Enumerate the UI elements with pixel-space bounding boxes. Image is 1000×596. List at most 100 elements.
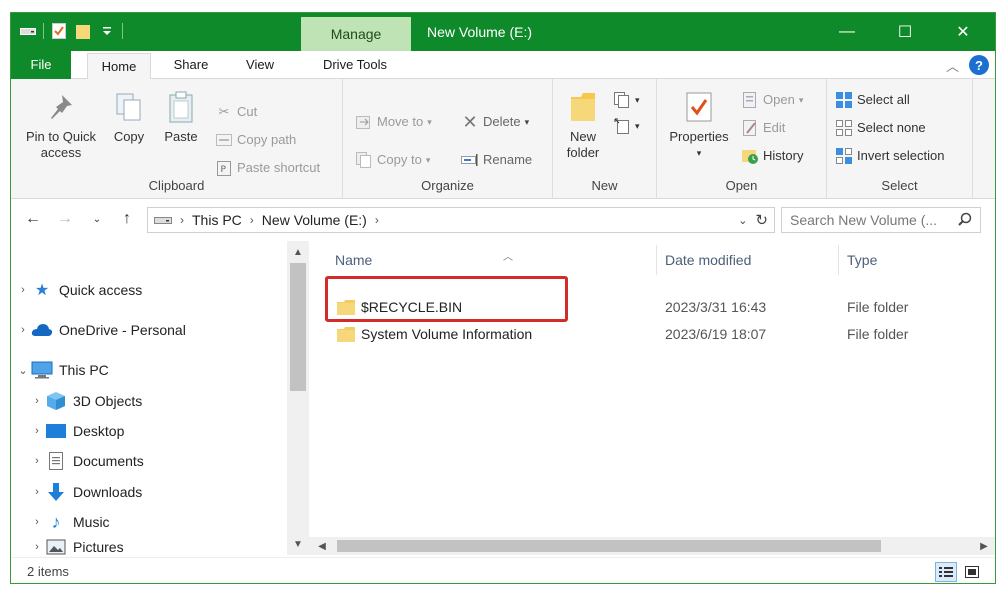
copy-to-button[interactable]: Copy to ▾ (355, 149, 430, 171)
expand-chevron-icon[interactable]: › (29, 486, 45, 498)
breadcrumb-this-pc[interactable]: This PC (192, 212, 242, 228)
paste-shortcut-button[interactable]: P Paste shortcut (215, 157, 320, 179)
status-bar: 2 items (11, 557, 995, 583)
tab-view[interactable]: View (235, 51, 285, 79)
edit-button[interactable]: Edit (741, 117, 785, 139)
nav-item-desktop[interactable]: › Desktop (29, 418, 124, 444)
select-none-icon (835, 119, 853, 137)
scroll-up-arrow-icon[interactable]: ▲ (287, 243, 309, 261)
tab-share[interactable]: Share (161, 51, 221, 79)
nav-pane-scrollbar[interactable]: ▲ ▼ (287, 241, 309, 555)
paste-label: Paste (164, 129, 198, 144)
edit-icon (741, 119, 759, 137)
file-list-scrollbar[interactable]: ◀ ▶ (309, 537, 995, 555)
rename-button[interactable]: Rename (461, 149, 532, 171)
minimize-button[interactable]: — (819, 13, 875, 51)
properties-button[interactable]: Properties ▾ (663, 89, 735, 161)
column-header-name[interactable]: Name ︿ (327, 245, 657, 275)
move-to-button[interactable]: Move to ▾ (355, 111, 432, 133)
cut-button[interactable]: ✂ Cut (215, 101, 258, 123)
item-count: 2 items (27, 564, 69, 579)
new-group: New folder ▾ ▾ New (553, 79, 657, 199)
open-button[interactable]: Open ▾ (741, 89, 803, 111)
nav-item-music[interactable]: › ♪ Music (29, 509, 110, 535)
copy-path-button[interactable]: Copy path (215, 129, 296, 151)
tab-manage[interactable]: Manage (301, 17, 411, 51)
address-dropdown-icon[interactable]: ⌄ (738, 214, 747, 227)
up-arrow-icon[interactable]: ↑ (117, 209, 137, 229)
new-folder-icon[interactable] (74, 22, 92, 40)
copy-to-icon (355, 151, 373, 169)
copy-label: Copy (113, 129, 145, 144)
breadcrumb-separator-icon[interactable]: › (180, 213, 184, 227)
new-item-button[interactable]: ▾ (613, 89, 640, 111)
pin-quick-access-button[interactable]: Pin to Quick access (17, 89, 105, 161)
maximize-button[interactable]: ☐ (877, 13, 933, 51)
expand-chevron-icon[interactable]: › (29, 516, 45, 528)
tab-file[interactable]: File (11, 51, 71, 79)
nav-item-onedrive[interactable]: › OneDrive - Personal (15, 317, 186, 343)
copy-path-label: Copy path (237, 132, 297, 147)
nav-item-pictures[interactable]: › Pictures (29, 539, 123, 555)
column-header-type[interactable]: Type (839, 245, 995, 275)
expand-chevron-icon[interactable]: › (29, 395, 45, 407)
scrollbar-thumb[interactable] (337, 540, 881, 552)
copy-icon (111, 89, 147, 125)
easy-access-button[interactable]: ▾ (613, 115, 640, 137)
close-button[interactable]: ✕ (935, 13, 991, 51)
select-none-button[interactable]: Select none (835, 117, 926, 139)
expand-chevron-icon[interactable]: › (29, 541, 45, 553)
recent-locations-chevron-icon[interactable]: ⌄ (87, 209, 107, 229)
expand-chevron-icon[interactable]: › (15, 324, 31, 336)
properties-check-icon[interactable] (50, 22, 68, 40)
history-icon (741, 147, 759, 165)
details-view-icon[interactable] (935, 562, 957, 582)
nav-item-documents[interactable]: › Documents (29, 448, 144, 474)
select-all-button[interactable]: Select all (835, 89, 910, 111)
expand-chevron-icon[interactable]: › (15, 284, 31, 296)
back-arrow-icon[interactable]: ← (23, 209, 43, 229)
nav-label: Music (73, 514, 110, 530)
navigation-pane: › ★ Quick access › OneDrive - Personal ⌄… (11, 241, 309, 555)
breadcrumb-separator-icon[interactable]: › (375, 213, 379, 227)
copy-button[interactable]: Copy (107, 89, 151, 145)
desktop-icon (45, 421, 67, 441)
paste-button[interactable]: Paste (159, 89, 203, 145)
search-input[interactable]: Search New Volume (... (790, 212, 958, 228)
nav-item-downloads[interactable]: › Downloads (29, 479, 142, 505)
collapse-ribbon-icon[interactable]: ︿ (946, 56, 959, 75)
nav-item-quick-access[interactable]: › ★ Quick access (15, 277, 142, 303)
delete-button[interactable]: ✕ Delete ▾ (461, 111, 529, 133)
collapse-chevron-icon[interactable]: ⌄ (15, 364, 31, 377)
nav-item-3d-objects[interactable]: › 3D Objects (29, 388, 142, 414)
search-box[interactable]: Search New Volume (... (781, 207, 981, 233)
tab-home[interactable]: Home (87, 53, 151, 80)
breadcrumb-separator-icon[interactable]: › (250, 213, 254, 227)
forward-arrow-icon[interactable]: → (55, 209, 75, 229)
nav-item-this-pc[interactable]: ⌄ This PC (15, 357, 109, 383)
pin-quick-access-label: Pin to Quick access (25, 129, 97, 160)
scroll-right-arrow-icon[interactable]: ▶ (975, 537, 993, 555)
cut-label: Cut (237, 104, 258, 119)
expand-chevron-icon[interactable]: › (29, 455, 45, 467)
history-button[interactable]: History (741, 145, 803, 167)
breadcrumb-new-volume[interactable]: New Volume (E:) (262, 212, 367, 228)
column-header-date[interactable]: Date modified (657, 245, 839, 275)
scrollbar-thumb[interactable] (290, 263, 306, 391)
refresh-icon[interactable]: ↻ (755, 211, 774, 229)
expand-chevron-icon[interactable]: › (29, 425, 45, 437)
scroll-down-arrow-icon[interactable]: ▼ (287, 535, 309, 553)
new-folder-button[interactable]: New folder (561, 89, 605, 161)
address-bar[interactable]: › This PC › New Volume (E:) › ⌄ ↻ (147, 207, 775, 233)
open-group: Properties ▾ Open ▾ Edit History Open (657, 79, 827, 199)
scroll-left-arrow-icon[interactable]: ◀ (313, 537, 331, 555)
large-icons-view-icon[interactable] (961, 562, 983, 582)
customize-dropdown-icon[interactable] (98, 22, 116, 40)
table-row[interactable]: System Volume Information 2023/6/19 18:0… (327, 322, 987, 348)
tab-drive-tools[interactable]: Drive Tools (307, 51, 403, 79)
file-type: File folder (847, 326, 909, 342)
nav-label: OneDrive - Personal (59, 322, 186, 338)
drive-icon[interactable] (19, 22, 37, 40)
invert-selection-button[interactable]: Invert selection (835, 145, 944, 167)
help-icon[interactable]: ? (969, 55, 989, 75)
